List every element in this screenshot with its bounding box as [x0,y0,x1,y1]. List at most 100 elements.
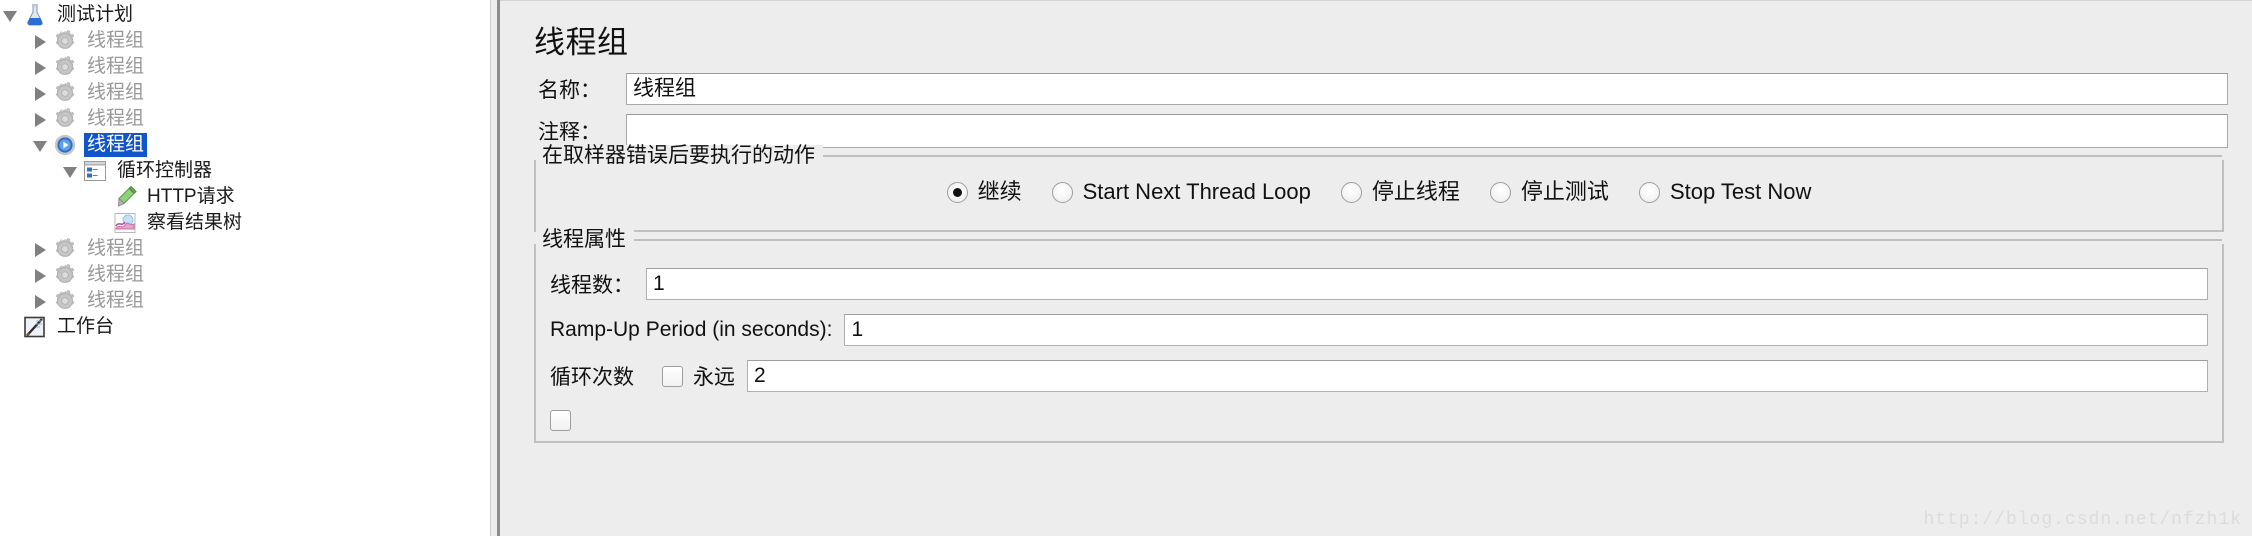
gear-icon [52,81,78,105]
forever-checkbox[interactable] [662,365,683,387]
chevron-down-icon[interactable] [0,4,22,26]
radio-option[interactable]: 继续 [946,179,1022,204]
legend-rule [823,155,2222,157]
tree-item-label: 循环控制器 [117,160,213,181]
ramp-up-row: Ramp-Up Period (in seconds): 1 [548,314,2210,346]
error-action-radio-group[interactable]: 继续 Start Next Thread Loop 停止线程 停止测试 Stop Tes… [548,170,2210,220]
chevron-down-icon[interactable] [60,160,82,182]
tree-item-label: 工作台 [57,316,115,337]
tree-item[interactable]: 线程组 [0,132,490,158]
name-row: 名称： 线程组 [534,72,2248,106]
radio-label: 继续 [977,179,1022,204]
radio-option[interactable]: Stop Test Now [1638,180,1811,204]
thread-count-input[interactable]: 1 [646,268,2208,300]
split-divider[interactable] [490,0,500,536]
loop-count-input[interactable]: 2 [747,360,2208,392]
chevron-right-icon[interactable] [30,238,52,260]
legend-rule [634,239,2222,241]
radio-label: 停止测试 [1520,179,1609,204]
ramp-up-input[interactable]: 1 [844,314,2208,346]
tree-item[interactable]: 线程组 [0,288,490,314]
tree-item-label: 线程组 [87,290,145,311]
scheduler-checkbox[interactable] [550,410,571,431]
gear-icon [52,55,78,79]
radio-option[interactable]: Start Next Thread Loop [1051,179,1311,204]
gear-icon [52,107,78,131]
thread-count-label: 线程数： [550,274,634,297]
forever-label: 永远 [693,366,735,389]
tree-item[interactable]: 测试计划 [0,2,490,28]
error-action-groupbox: 在取样器错误后要执行的动作 继续 Start Next Thread Loop 停止… [534,145,2224,232]
chevron-right-icon[interactable] [30,56,52,78]
radio-option[interactable]: 停止测试 [1489,179,1609,204]
tree-item-label: 测试计划 [57,4,134,25]
tree-item-label: 线程组 [87,56,145,77]
radio-button[interactable] [1489,181,1511,203]
view-results-tree-icon [112,211,138,235]
chevron-right-icon[interactable] [30,82,52,104]
tree-item[interactable]: 工作台 [0,314,490,340]
thread-properties-legend-row: 线程属性 [536,229,2222,251]
tree-item-label: 察看结果树 [147,212,243,233]
jmeter-window: 测试计划 线程组 线程组 线程组 线程组 线程组 循环控制器 HTTP请求 察看结果树 线程组 线程… [0,0,2252,536]
tree-item[interactable]: 线程组 [0,106,490,132]
tree-item[interactable]: 线程组 [0,80,490,106]
tree-item[interactable]: 线程组 [0,28,490,54]
radio-button[interactable] [1340,181,1362,203]
page-title: 线程组 [534,25,629,60]
name-label: 名称： [538,79,601,102]
radio-label: Start Next Thread Loop [1082,179,1311,204]
tree-item-label: 线程组 [87,238,145,259]
radio-button[interactable] [946,181,968,203]
radio-button[interactable] [1051,181,1073,203]
loop-count-row: 循环次数 永远 2 [548,360,2210,392]
gear-running-icon [52,133,78,157]
tree-item-label: HTTP请求 [147,186,235,207]
http-request-icon [112,185,138,209]
flask-icon [22,3,48,27]
thread-properties-groupbox: 线程属性 线程数： 1 Ramp-Up Period (in seconds):… [534,229,2224,443]
loop-controller-icon [82,159,108,183]
test-plan-tree[interactable]: 测试计划 线程组 线程组 线程组 线程组 线程组 循环控制器 HTTP请求 察看结果树 线程组 线程… [0,0,490,536]
radio-label: 停止线程 [1371,179,1460,204]
tree-item-label: 线程组 [87,108,145,129]
error-action-legend-row: 在取样器错误后要执行的动作 [536,145,2222,167]
comment-label: 注释： [538,121,601,144]
chevron-right-icon[interactable] [30,30,52,52]
gear-icon [52,263,78,287]
radio-button[interactable] [1638,181,1660,203]
gear-icon [52,289,78,313]
tree-item[interactable]: 线程组 [0,262,490,288]
gear-icon [52,237,78,261]
loop-count-label: 循环次数 [550,366,634,389]
tree-item-label: 线程组 [87,82,145,103]
comment-input[interactable] [626,114,2228,148]
gear-icon [52,29,78,53]
tree-item[interactable]: HTTP请求 [0,184,490,210]
thread-properties-legend: 线程属性 [536,229,634,251]
chevron-right-icon[interactable] [30,290,52,312]
tree-item-label: 线程组 [87,264,145,285]
thread-group-editor: 线程组 名称： 线程组 注释： 在取样器错误后要执行的动作 继续 Start Ne… [500,0,2252,536]
thread-properties-body: 线程数： 1 Ramp-Up Period (in seconds): 1 循环… [536,268,2222,431]
name-input[interactable]: 线程组 [626,73,2228,105]
scheduler-row-partial [548,410,2210,431]
chevron-right-icon[interactable] [30,108,52,130]
radio-option[interactable]: 停止线程 [1340,179,1460,204]
tree-item[interactable]: 循环控制器 [0,158,490,184]
tree-item[interactable]: 察看结果树 [0,210,490,236]
error-action-legend: 在取样器错误后要执行的动作 [536,145,823,167]
chevron-down-icon[interactable] [30,134,52,156]
thread-count-row: 线程数： 1 [548,268,2210,300]
chevron-right-icon[interactable] [30,264,52,286]
tree-item[interactable]: 线程组 [0,236,490,262]
tree-item-label: 线程组 [84,133,148,157]
comment-row: 注释： [534,114,2248,148]
watermark: http://blog.csdn.net/nfzh1k [1923,510,2242,530]
ramp-up-label: Ramp-Up Period (in seconds): [550,318,833,341]
error-action-body: 继续 Start Next Thread Loop 停止线程 停止测试 Stop Tes… [536,170,2222,220]
tree-item[interactable]: 线程组 [0,54,490,80]
